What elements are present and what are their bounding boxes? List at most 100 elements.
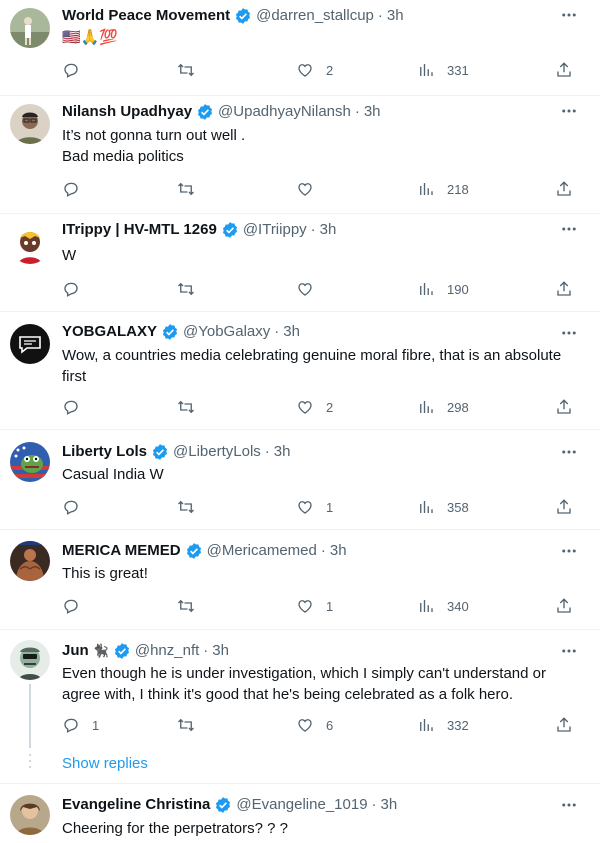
- reply-button[interactable]: [62, 596, 92, 616]
- author-handle[interactable]: @LibertyLols: [173, 442, 261, 462]
- views-button[interactable]: 340: [417, 596, 469, 616]
- more-options-icon[interactable]: [560, 796, 578, 814]
- author-handle[interactable]: @darren_stallcup: [256, 6, 374, 26]
- timestamp[interactable]: 3h: [283, 322, 300, 342]
- retweet-button[interactable]: [177, 397, 207, 417]
- timestamp[interactable]: 3h: [212, 641, 229, 661]
- views-button[interactable]: 358: [417, 497, 469, 517]
- more-options-icon[interactable]: [560, 443, 578, 461]
- share-button[interactable]: [555, 497, 573, 517]
- author-name[interactable]: Evangeline Christina: [62, 795, 210, 815]
- author-handle[interactable]: @Mericamemed: [207, 541, 317, 561]
- views-button[interactable]: 190: [417, 279, 469, 299]
- view-count: 332: [447, 717, 469, 733]
- share-icon: [557, 62, 571, 77]
- avatar[interactable]: [10, 442, 50, 482]
- like-button[interactable]: 2: [296, 60, 333, 80]
- analytics-icon: [420, 283, 433, 295]
- share-button[interactable]: [555, 179, 573, 199]
- retweet-button[interactable]: [177, 60, 207, 80]
- more-options-icon[interactable]: [560, 102, 578, 120]
- share-button[interactable]: [555, 60, 573, 80]
- share-icon: [557, 598, 571, 613]
- timestamp[interactable]: 3h: [274, 442, 291, 462]
- more-options-icon[interactable]: [560, 642, 578, 660]
- author-handle[interactable]: @YobGalaxy: [183, 322, 270, 342]
- share-icon: [557, 281, 571, 296]
- retweet-button[interactable]: [177, 279, 207, 299]
- views-button[interactable]: 298: [417, 397, 469, 417]
- avatar[interactable]: [10, 224, 50, 264]
- reply-button[interactable]: [62, 497, 92, 517]
- share-button[interactable]: [555, 715, 573, 735]
- tweet[interactable]: MERICA MEMED @Mericamemed · 3h This is g…: [0, 530, 600, 630]
- avatar[interactable]: [10, 640, 50, 680]
- share-button[interactable]: [555, 596, 573, 616]
- author-name[interactable]: YOBGALAXY: [62, 322, 157, 342]
- author-name[interactable]: Jun: [62, 641, 89, 661]
- tweet[interactable]: Liberty Lols @LibertyLols · 3h Casual In…: [0, 430, 600, 530]
- view-count: 190: [447, 281, 469, 297]
- reply-button[interactable]: [62, 179, 92, 199]
- heart-icon: [298, 719, 312, 732]
- share-icon: [557, 181, 571, 196]
- avatar[interactable]: [10, 541, 50, 581]
- heart-icon: [298, 600, 312, 613]
- author-name[interactable]: ITrippy | HV-MTL 1269: [62, 220, 217, 240]
- heart-icon: [298, 183, 312, 196]
- author-name[interactable]: World Peace Movement: [62, 6, 230, 26]
- tweet[interactable]: ITrippy | HV-MTL 1269 @ITriippy · 3h W 1…: [0, 214, 600, 312]
- tweet[interactable]: Nilansh Upadhyay @UpadhyayNilansh · 3h I…: [0, 96, 600, 214]
- like-button[interactable]: [296, 179, 326, 199]
- like-button[interactable]: 2: [296, 397, 333, 417]
- views-button[interactable]: 332: [417, 715, 469, 735]
- avatar[interactable]: [10, 8, 50, 48]
- author-name[interactable]: Nilansh Upadhyay: [62, 102, 192, 122]
- author-handle[interactable]: @ITriippy: [243, 220, 307, 240]
- like-button[interactable]: [296, 279, 326, 299]
- tweet-actions: 190: [0, 279, 600, 301]
- retweet-icon: [178, 599, 194, 613]
- more-options-icon[interactable]: [560, 6, 578, 24]
- tweet-text: Casual India W: [62, 466, 164, 483]
- views-button[interactable]: 331: [417, 60, 469, 80]
- share-button[interactable]: [555, 397, 573, 417]
- timestamp[interactable]: 3h: [364, 102, 381, 122]
- share-button[interactable]: [555, 279, 573, 299]
- tweet[interactable]: Evangeline Christina @Evangeline_1019 · …: [0, 784, 600, 843]
- avatar[interactable]: [10, 324, 50, 364]
- author-handle[interactable]: @Evangeline_1019: [236, 795, 367, 815]
- heart-icon: [298, 501, 312, 514]
- view-count: 298: [447, 399, 469, 415]
- reply-button[interactable]: 1: [62, 715, 99, 735]
- retweet-button[interactable]: [177, 715, 207, 735]
- author-name[interactable]: Liberty Lols: [62, 442, 147, 462]
- separator-dot: ·: [203, 642, 209, 659]
- like-button[interactable]: 1: [296, 497, 333, 517]
- more-options-icon[interactable]: [560, 542, 578, 560]
- like-button[interactable]: 1: [296, 596, 333, 616]
- reply-button[interactable]: [62, 279, 92, 299]
- more-options-icon[interactable]: [560, 324, 578, 342]
- avatar[interactable]: [10, 795, 50, 835]
- timestamp[interactable]: 3h: [330, 541, 347, 561]
- author-handle[interactable]: @UpadhyayNilansh: [218, 102, 351, 122]
- author-name[interactable]: MERICA MEMED: [62, 541, 181, 561]
- retweet-button[interactable]: [177, 179, 207, 199]
- tweet[interactable]: World Peace Movement @darren_stallcup · …: [0, 0, 600, 96]
- timestamp[interactable]: 3h: [320, 220, 337, 240]
- avatar[interactable]: [10, 104, 50, 144]
- like-button[interactable]: 6: [296, 715, 333, 735]
- retweet-button[interactable]: [177, 497, 207, 517]
- timestamp[interactable]: 3h: [381, 795, 398, 815]
- tweet[interactable]: YOBGALAXY @YobGalaxy · 3h Wow, a countri…: [0, 312, 600, 430]
- timestamp[interactable]: 3h: [387, 6, 404, 26]
- retweet-button[interactable]: [177, 596, 207, 616]
- reply-button[interactable]: [62, 397, 92, 417]
- reply-icon: [64, 500, 78, 515]
- more-options-icon[interactable]: [560, 220, 578, 238]
- show-replies-link[interactable]: Show replies: [62, 755, 148, 772]
- views-button[interactable]: 218: [417, 179, 469, 199]
- author-handle[interactable]: @hnz_nft: [135, 641, 199, 661]
- reply-button[interactable]: [62, 60, 92, 80]
